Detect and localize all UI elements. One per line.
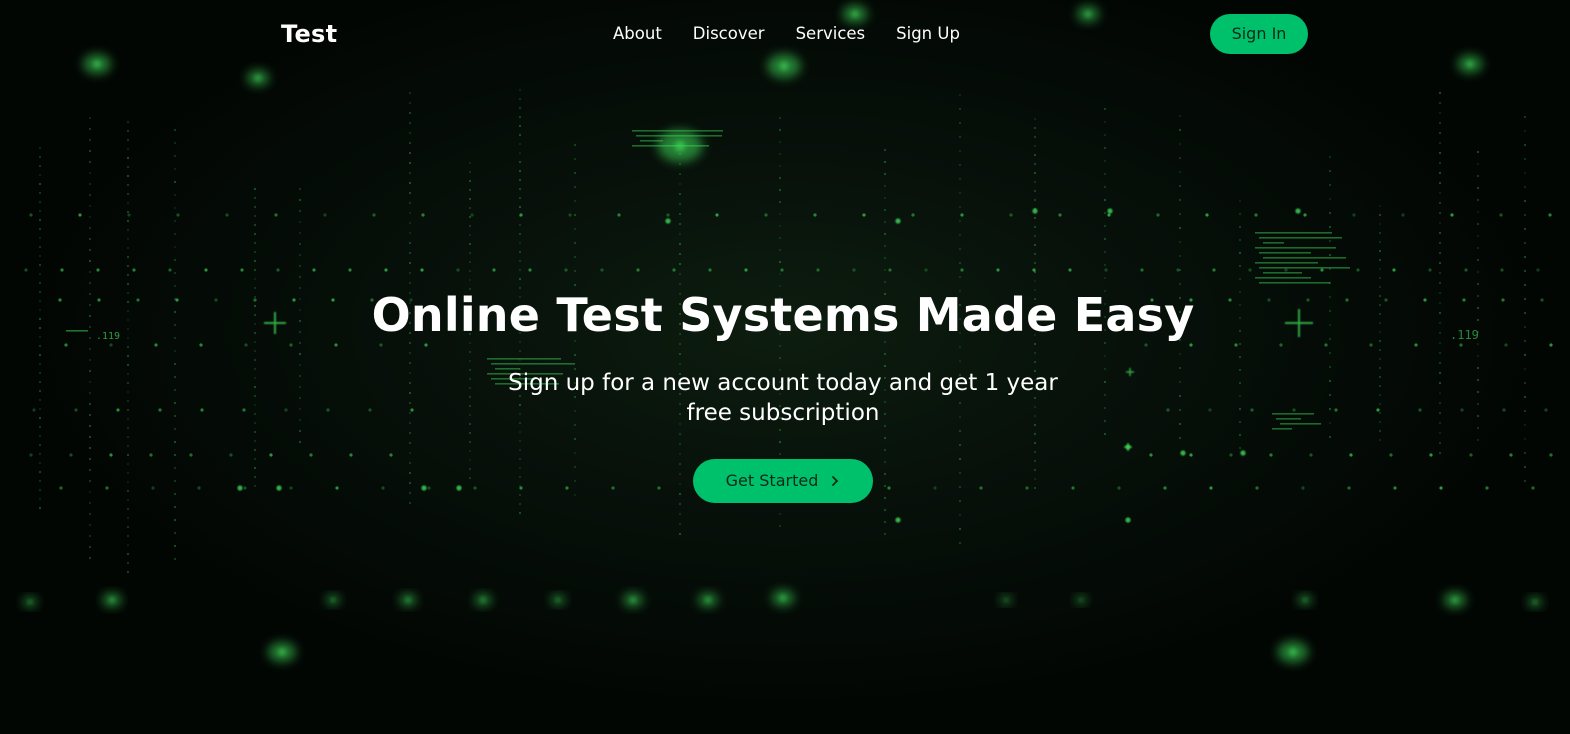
get-started-button[interactable]: Get Started <box>693 459 873 503</box>
get-started-label: Get Started <box>725 471 819 490</box>
hero-subtitle: Sign up for a new account today and get … <box>508 370 1058 426</box>
landing-page: .119.119 Test About Discover Services Si… <box>0 0 1570 734</box>
hero-section: Online Test Systems Made Easy Sign up fo… <box>0 0 1570 734</box>
hero-title: Online Test Systems Made Easy <box>371 288 1195 342</box>
chevron-right-icon <box>832 476 839 486</box>
